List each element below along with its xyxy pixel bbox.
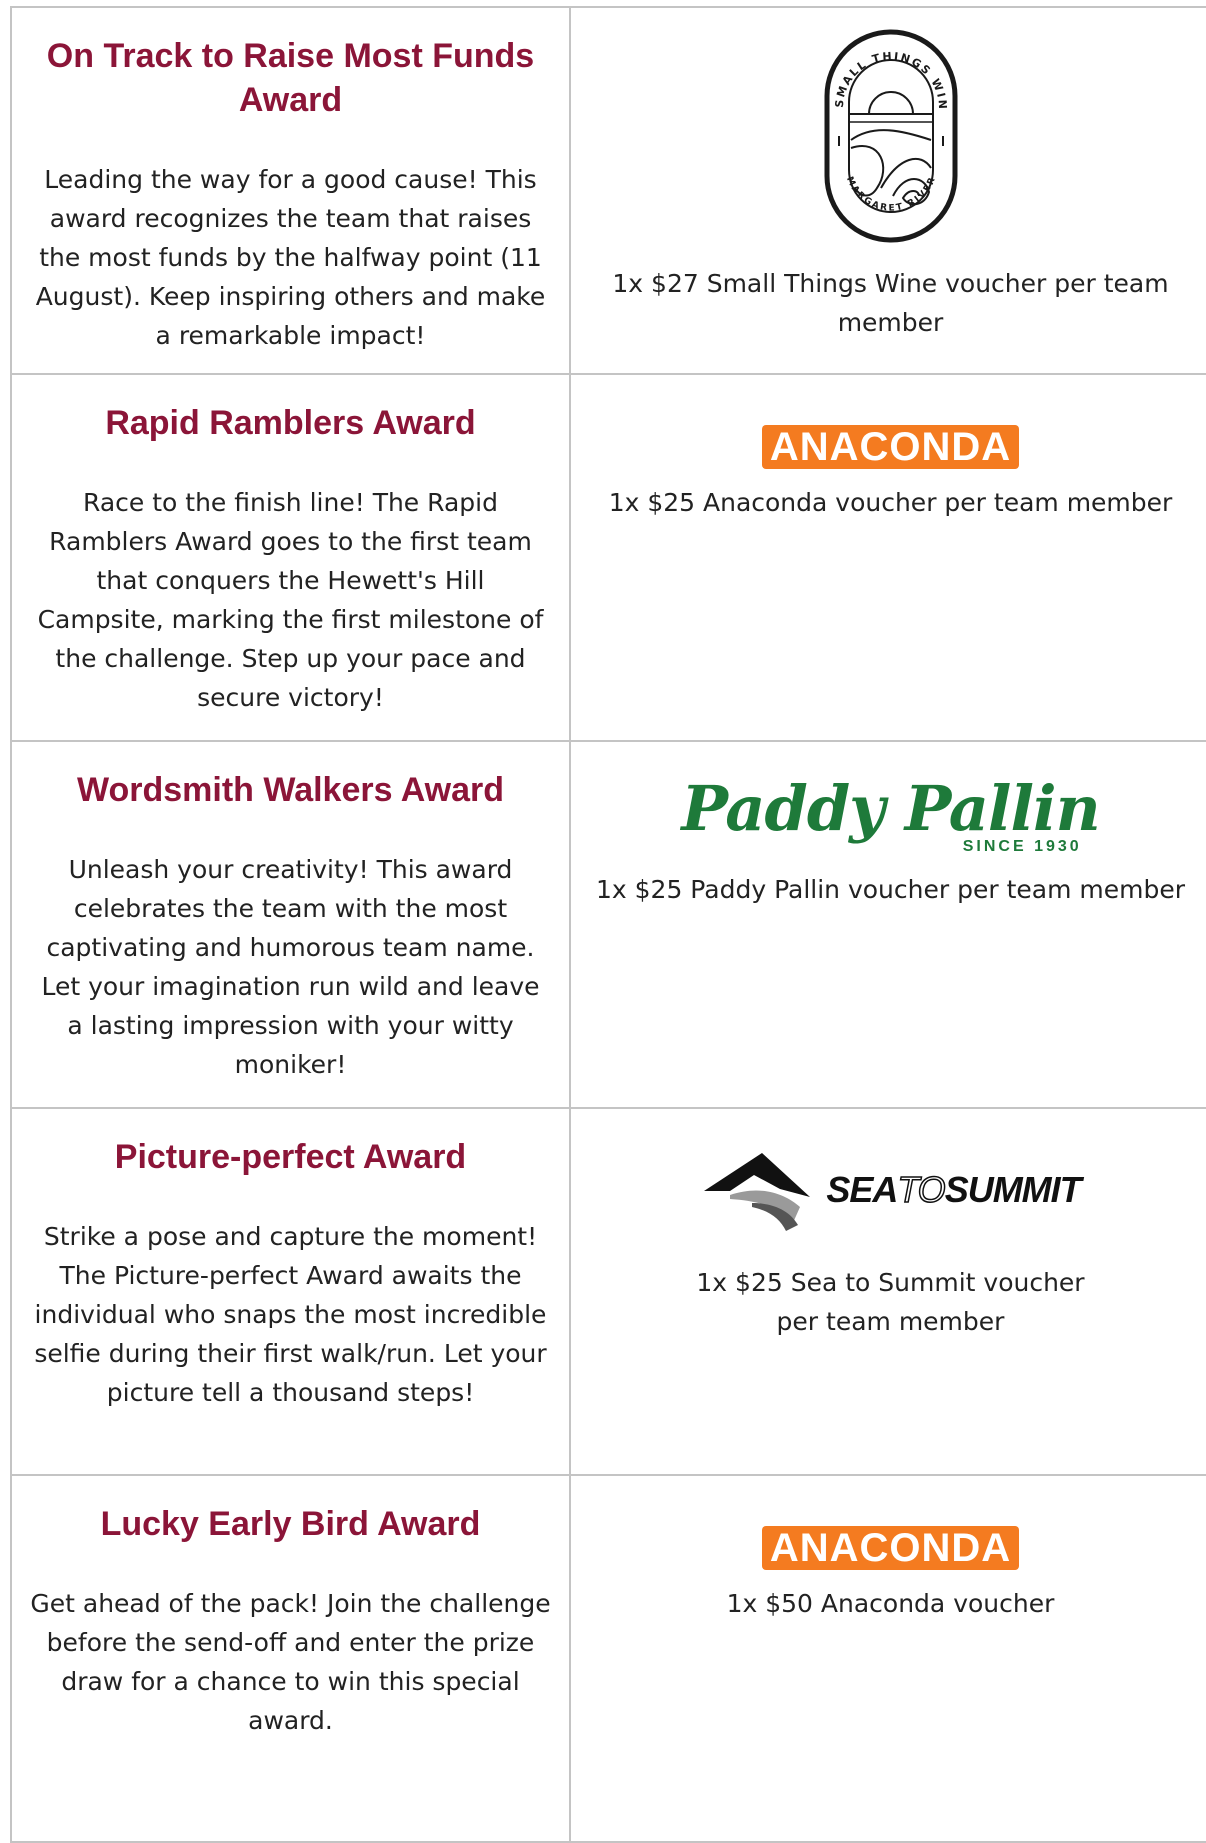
award-row: On Track to Raise Most Funds Award Leadi… <box>10 6 1206 375</box>
award-cell: On Track to Raise Most Funds Award Leadi… <box>10 6 571 375</box>
award-cell: Picture-perfect Award Strike a pose and … <box>10 1107 571 1476</box>
paddy-pallin-logo: Paddy Pallin SINCE 1930 <box>583 776 1198 856</box>
award-cell: Rapid Ramblers Award Race to the finish … <box>10 373 571 742</box>
award-title: Picture-perfect Award <box>114 1138 467 1176</box>
prize-text: 1x $27 Small Things Wine voucher per tea… <box>612 269 1169 337</box>
award-title: Wordsmith Walkers Award <box>77 771 504 809</box>
prize-text: 1x $25 Sea to Summit voucher per team me… <box>696 1268 1085 1336</box>
award-row: Wordsmith Walkers Award Unleash your cre… <box>10 740 1206 1109</box>
anaconda-logo-text: ANACONDA <box>761 425 1020 469</box>
prize-cell: ANACONDA 1x $25 Anaconda voucher per tea… <box>569 373 1206 742</box>
award-row: Lucky Early Bird Award Get ahead of the … <box>10 1474 1206 1843</box>
award-description: Unleash your creativity! This award cele… <box>41 855 540 1079</box>
prize-cell: SMALL THINGS WINE MARGARET RIVER 1x $27 … <box>569 6 1206 375</box>
sea-to-summit-logo-text: SEATOSUMMIT <box>826 1168 1081 1211</box>
anaconda-logo-text: ANACONDA <box>761 1526 1020 1570</box>
sea-to-summit-wave-icon <box>704 1153 811 1231</box>
award-description: Strike a pose and capture the moment! Th… <box>34 1222 547 1407</box>
prize-cell: ANACONDA 1x $50 Anaconda voucher <box>569 1474 1206 1843</box>
svg-text:SMALL THINGS WINE: SMALL THINGS WINE <box>821 28 949 111</box>
award-cell: Wordsmith Walkers Award Unleash your cre… <box>10 740 571 1109</box>
award-cell: Lucky Early Bird Award Get ahead of the … <box>10 1474 571 1843</box>
small-things-wine-logo: SMALL THINGS WINE MARGARET RIVER <box>583 28 1198 244</box>
award-title: On Track to Raise Most Funds Award <box>46 37 535 119</box>
awards-table: On Track to Raise Most Funds Award Leadi… <box>10 6 1206 1843</box>
sea-to-summit-logo: SEATOSUMMIT <box>583 1145 1198 1235</box>
award-title: Rapid Ramblers Award <box>105 404 476 442</box>
award-row: Rapid Ramblers Award Race to the finish … <box>10 373 1206 742</box>
prize-cell: Paddy Pallin SINCE 1930 1x $25 Paddy Pal… <box>569 740 1206 1109</box>
anaconda-logo: ANACONDA <box>583 425 1198 469</box>
award-description: Race to the finish line! The Rapid Rambl… <box>37 488 544 712</box>
prize-text: 1x $25 Anaconda voucher per team member <box>608 488 1173 517</box>
award-description: Leading the way for a good cause! This a… <box>35 165 546 350</box>
svg-text:MARGARET RIVER: MARGARET RIVER <box>843 175 937 214</box>
prize-text: 1x $50 Anaconda voucher <box>726 1589 1055 1618</box>
award-title: Lucky Early Bird Award <box>100 1505 481 1543</box>
anaconda-logo: ANACONDA <box>583 1526 1198 1570</box>
award-description: Get ahead of the pack! Join the challeng… <box>30 1589 551 1735</box>
award-row: Picture-perfect Award Strike a pose and … <box>10 1107 1206 1476</box>
paddy-pallin-logo-text: Paddy Pallin <box>681 772 1100 845</box>
prize-text: 1x $25 Paddy Pallin voucher per team mem… <box>596 875 1185 904</box>
small-things-wine-logo-icon: SMALL THINGS WINE MARGARET RIVER <box>821 28 957 243</box>
prize-cell: SEATOSUMMIT 1x $25 Sea to Summit voucher… <box>569 1107 1206 1476</box>
